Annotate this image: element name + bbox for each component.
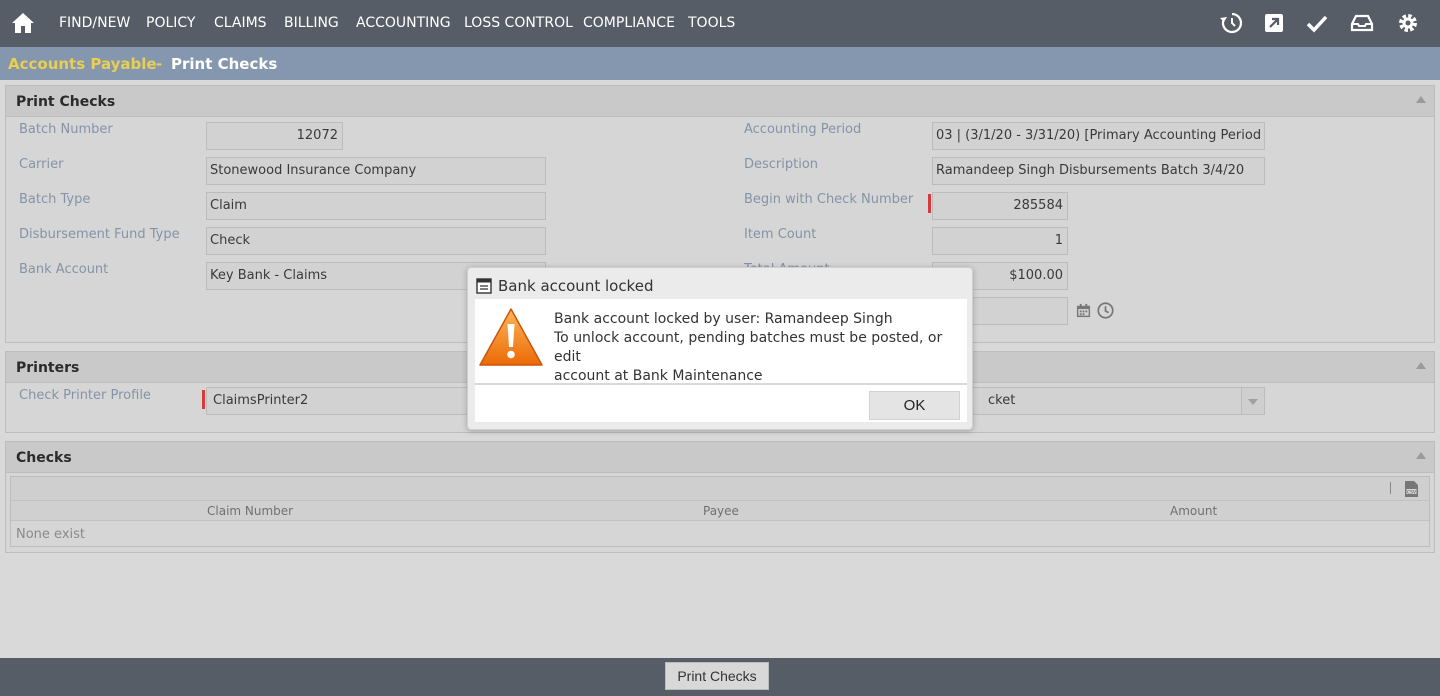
dialog-body: Bank account locked by user: Ramandeep S… [475, 299, 967, 422]
dialog-line-2: To unlock account, pending batches must … [554, 330, 943, 365]
warning-icon [479, 308, 543, 366]
window-icon [476, 278, 492, 294]
dialog-line-1: Bank account locked by user: Ramandeep S… [554, 311, 893, 327]
dialog-title: Bank account locked [498, 277, 654, 295]
dialog-divider [475, 383, 967, 385]
ok-button[interactable]: OK [869, 391, 960, 420]
dialog-message: Bank account locked by user: Ramandeep S… [554, 310, 967, 386]
bank-locked-dialog: Bank account locked Bank account locked … [467, 267, 973, 430]
